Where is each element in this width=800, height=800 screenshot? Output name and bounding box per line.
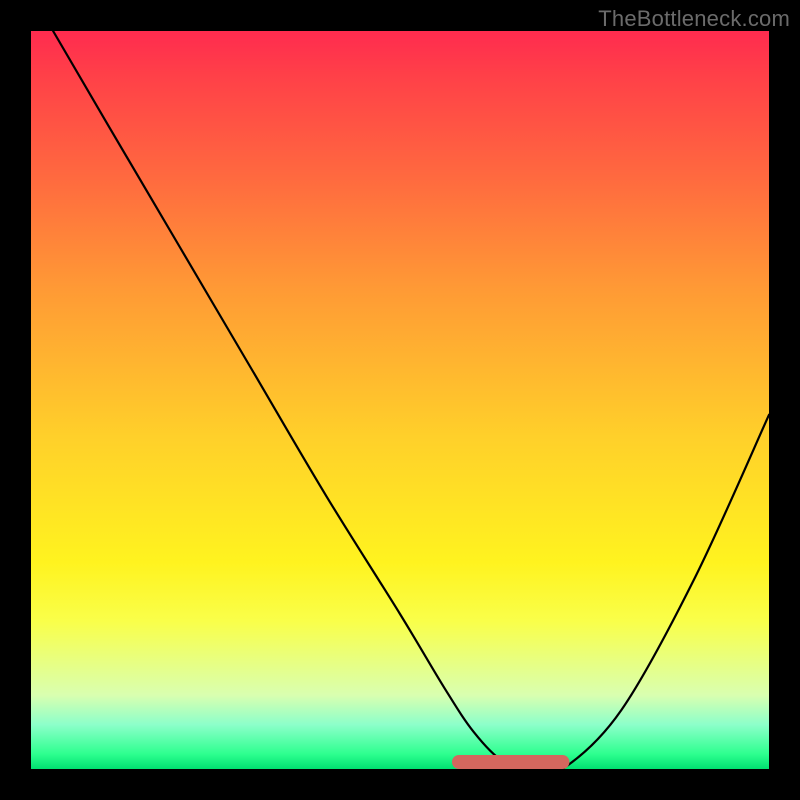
watermark-text: TheBottleneck.com xyxy=(598,6,790,32)
bottleneck-curve-path xyxy=(53,31,769,774)
chart-frame: TheBottleneck.com xyxy=(0,0,800,800)
curve-svg xyxy=(31,31,769,769)
plot-area xyxy=(31,31,769,769)
